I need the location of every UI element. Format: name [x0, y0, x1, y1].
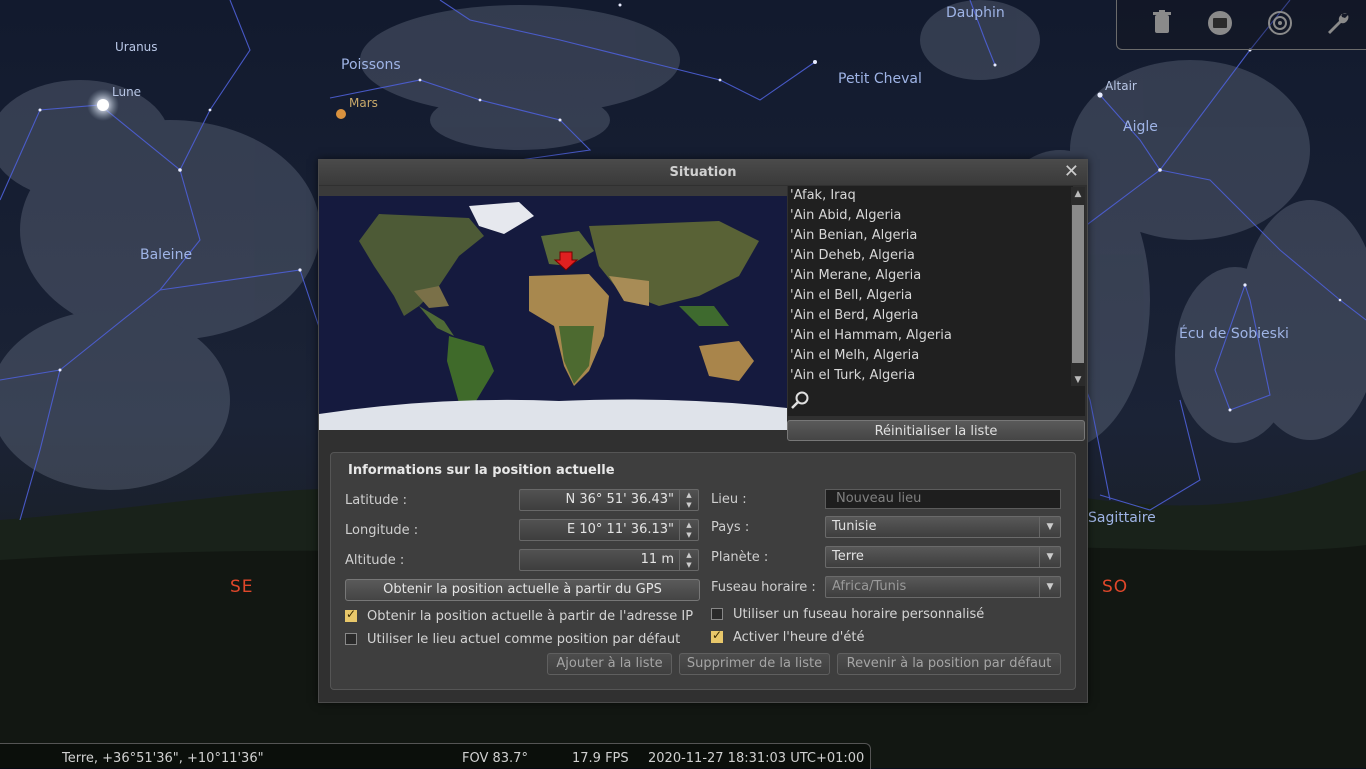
chevron-down-icon[interactable]: ▼ — [1039, 577, 1060, 597]
chevron-up-icon[interactable]: ▲ — [680, 520, 698, 530]
city-search-input[interactable] — [814, 390, 1080, 412]
panel-title: Informations sur la position actuelle — [348, 463, 615, 478]
longitude-label: Longitude : — [345, 523, 419, 538]
longitude-spinbox[interactable]: E 10° 11' 36.13" ▲ ▼ — [519, 519, 699, 541]
timezone-select[interactable]: Africa/Tunis ▼ — [825, 576, 1061, 598]
planet-value: Terre — [832, 549, 864, 564]
search-icon — [790, 390, 810, 410]
ip-checkbox-label: Obtenir la position actuelle à partir de… — [367, 609, 694, 624]
status-bar: Terre, +36°51'36", +10°11'36" FOV 83.7° … — [0, 743, 871, 769]
city-list-item[interactable]: 'Afak, Iraq — [788, 186, 1073, 206]
city-list-item[interactable]: 'Ain Deheb, Algeria — [788, 246, 1073, 266]
world-map[interactable] — [319, 196, 787, 430]
planete-label: Planète : — [711, 550, 769, 565]
latitude-label: Latitude : — [345, 493, 408, 508]
chevron-down-icon[interactable]: ▼ — [680, 560, 698, 570]
scroll-down-icon[interactable]: ▼ — [1071, 373, 1085, 387]
default-checkbox-box[interactable] — [345, 633, 357, 645]
city-search — [788, 386, 1085, 416]
timezone-value: Africa/Tunis — [832, 579, 907, 594]
add-to-list-button[interactable]: Ajouter à la liste — [547, 653, 672, 675]
location-dialog: Situation ✕ 'Afak, Iraq 'Ain Abid, Alger… — [318, 159, 1088, 703]
wrench-icon[interactable] — [1325, 10, 1351, 36]
top-toolbar — [1116, 0, 1366, 50]
lieu-label: Lieu : — [711, 492, 747, 507]
sky-label-mars: Mars — [349, 96, 378, 110]
city-list-item[interactable]: 'Ain el Turk, Algeria — [788, 366, 1073, 386]
status-location: Terre, +36°51'36", +10°11'36" — [62, 751, 264, 766]
city-list-item[interactable]: 'Ain Merane, Algeria — [788, 266, 1073, 286]
chevron-up-icon[interactable]: ▲ — [680, 550, 698, 560]
fuseau-label: Fuseau horaire : — [711, 580, 816, 595]
sky-label-aigle: Aigle — [1123, 119, 1158, 135]
cardinal-se: SE — [230, 577, 254, 597]
longitude-stepper[interactable]: ▲ ▼ — [679, 520, 698, 540]
reset-list-button[interactable]: Réinitialiser la liste — [787, 420, 1085, 441]
custom-tz-checkbox-box[interactable] — [711, 608, 723, 620]
altitude-label: Altitude : — [345, 553, 405, 568]
cardinal-so: SO — [1102, 577, 1129, 597]
gps-position-button[interactable]: Obtenir la position actuelle à partir du… — [345, 579, 700, 601]
sky-label-petit-cheval: Petit Cheval — [838, 71, 922, 87]
pays-label: Pays : — [711, 520, 750, 535]
chevron-down-icon[interactable]: ▼ — [1039, 547, 1060, 567]
city-list-item[interactable]: 'Ain el Berd, Algeria — [788, 306, 1073, 326]
dst-checkbox-label: Activer l'heure d'été — [733, 630, 865, 645]
sky-label-uranus: Uranus — [115, 40, 158, 54]
city-list-scrollbar[interactable]: ▲ ▼ — [1071, 187, 1085, 387]
revert-default-button[interactable]: Revenir à la position par défaut — [837, 653, 1061, 675]
delete-from-list-button[interactable]: Supprimer de la liste — [679, 653, 830, 675]
status-fov: FOV 83.7° — [462, 751, 528, 766]
status-datetime: 2020-11-27 18:31:03 UTC+01:00 — [648, 751, 865, 766]
altitude-value: 11 m — [640, 552, 674, 567]
dialog-title: Situation — [669, 165, 737, 180]
sky-label-dauphin: Dauphin — [946, 5, 1005, 21]
dst-checkbox-box[interactable] — [711, 628, 723, 643]
scroll-thumb[interactable] — [1072, 205, 1084, 363]
new-location-input[interactable]: Nouveau lieu — [825, 489, 1061, 509]
chevron-down-icon[interactable]: ▼ — [1039, 517, 1060, 537]
city-list-item[interactable]: 'Ain el Melh, Algeria — [788, 346, 1073, 366]
city-list-item[interactable]: 'Ain Benian, Algeria — [788, 226, 1073, 246]
default-checkbox-label: Utiliser le lieu actuel comme position p… — [367, 632, 681, 647]
sky-label-sagittaire: Sagittaire — [1088, 510, 1156, 526]
current-position-panel: Informations sur la position actuelle La… — [330, 452, 1076, 690]
ip-checkbox-box[interactable] — [345, 607, 357, 622]
planet-select[interactable]: Terre ▼ — [825, 546, 1061, 568]
status-fps: 17.9 FPS — [572, 751, 629, 766]
country-select[interactable]: Tunisie ▼ — [825, 516, 1061, 538]
trash-icon[interactable] — [1149, 10, 1175, 36]
city-list[interactable]: 'Afak, Iraq 'Ain Abid, Algeria 'Ain Benian… — [788, 186, 1073, 386]
sky-label-ecu-de-sobieski: Écu de Sobieski — [1179, 326, 1289, 342]
chevron-down-icon[interactable]: ▼ — [680, 500, 698, 510]
latitude-stepper[interactable]: ▲ ▼ — [679, 490, 698, 510]
longitude-value: E 10° 11' 36.13" — [567, 522, 674, 537]
city-list-item[interactable]: 'Ain el Bell, Algeria — [788, 286, 1073, 306]
sky-label-altair: Altair — [1105, 79, 1137, 93]
custom-tz-checkbox-label: Utiliser un fuseau horaire personnalisé — [733, 607, 985, 622]
country-value: Tunisie — [832, 519, 877, 534]
sky-label-poissons: Poissons — [341, 57, 401, 73]
screen-icon[interactable] — [1207, 10, 1233, 36]
sky-label-lune: Lune — [112, 85, 142, 99]
latitude-value: N 36° 51' 36.43" — [565, 492, 674, 507]
altitude-spinbox[interactable]: 11 m ▲ ▼ — [519, 549, 699, 571]
city-list-item[interactable]: 'Ain el Hammam, Algeria — [788, 326, 1073, 346]
altitude-stepper[interactable]: ▲ ▼ — [679, 550, 698, 570]
map-top-strip — [319, 186, 787, 196]
chevron-up-icon[interactable]: ▲ — [680, 490, 698, 500]
sky-label-baleine: Baleine — [140, 247, 193, 263]
scroll-up-icon[interactable]: ▲ — [1071, 187, 1085, 201]
chevron-down-icon[interactable]: ▼ — [680, 530, 698, 540]
latitude-spinbox[interactable]: N 36° 51' 36.43" ▲ ▼ — [519, 489, 699, 511]
dialog-title-bar[interactable]: Situation — [319, 160, 1087, 185]
close-icon[interactable]: ✕ — [1064, 162, 1079, 182]
city-list-item[interactable]: 'Ain Abid, Algeria — [788, 206, 1073, 226]
target-icon[interactable] — [1267, 10, 1293, 36]
